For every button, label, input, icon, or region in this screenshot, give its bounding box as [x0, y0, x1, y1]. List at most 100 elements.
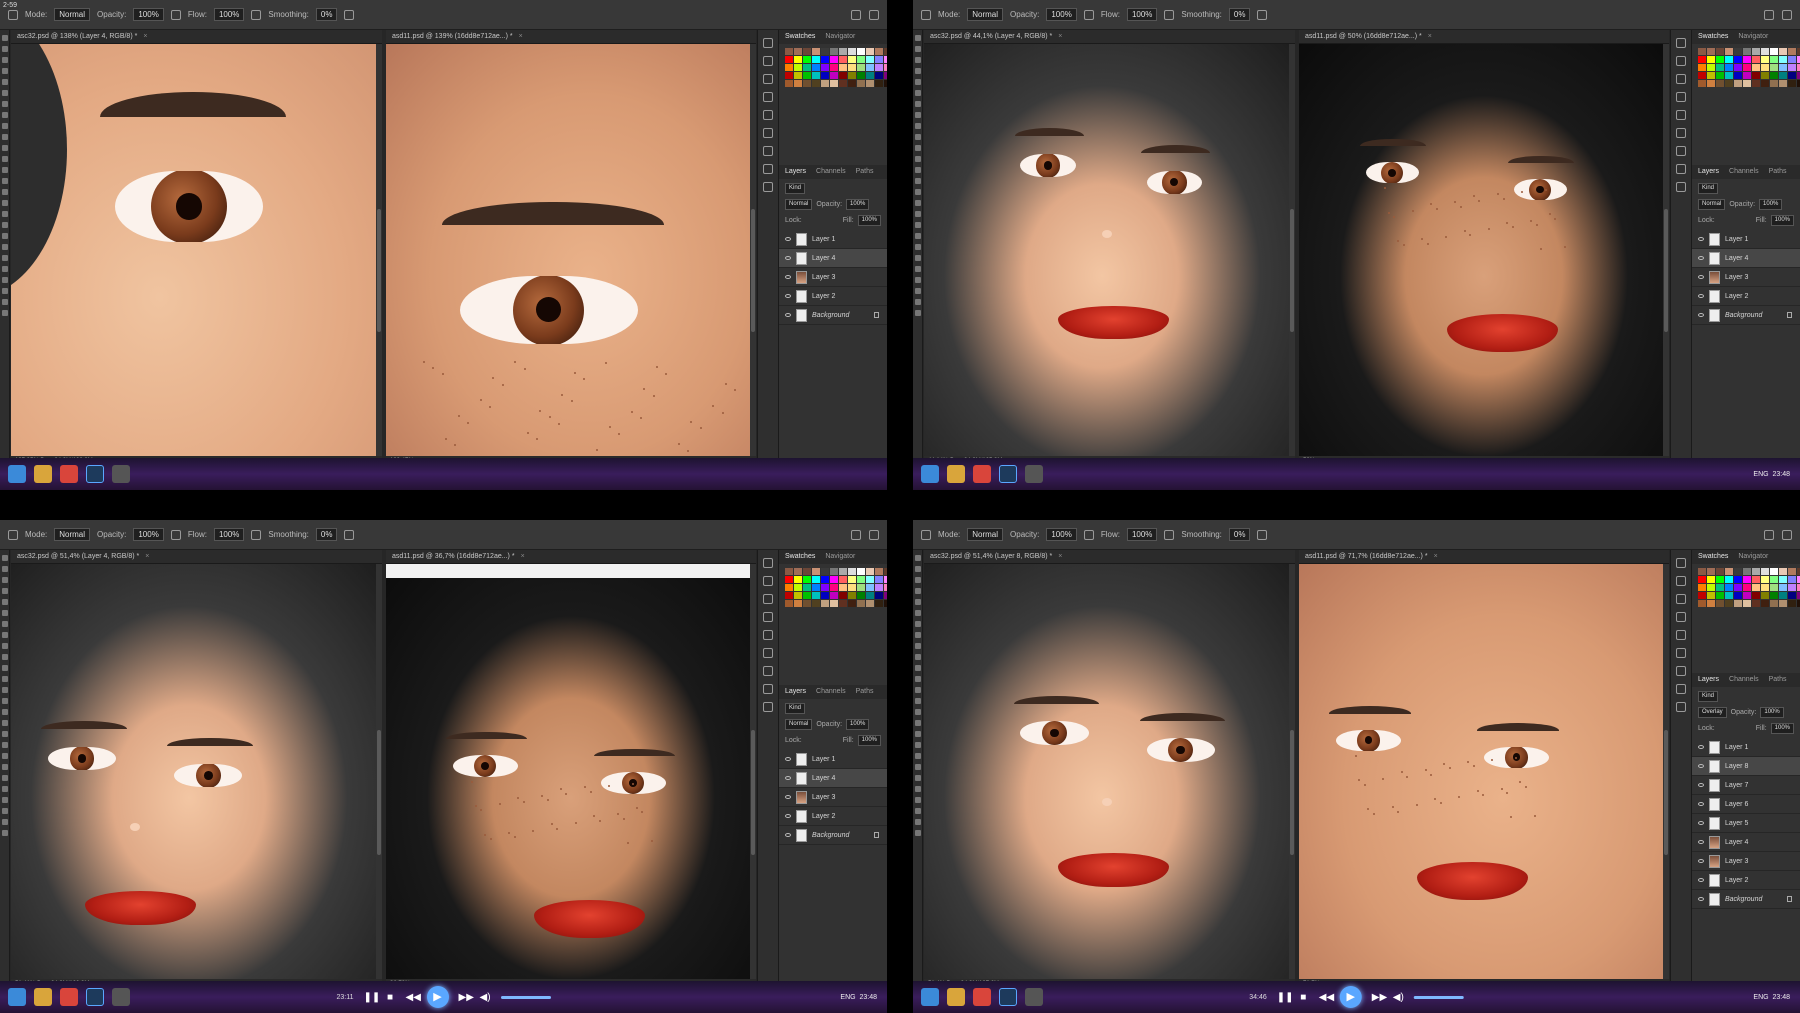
swatch[interactable]: [857, 64, 865, 71]
mode-select[interactable]: Normal: [54, 8, 91, 21]
swatch[interactable]: [1752, 592, 1760, 599]
swatch[interactable]: [794, 72, 802, 79]
swatch[interactable]: [794, 56, 802, 63]
opacity-field[interactable]: 100%: [1046, 528, 1077, 541]
tool-icon[interactable]: [2, 808, 8, 814]
document-tab[interactable]: asc32.psd @ 51,4% (Layer 4, RGB/8) * ×: [11, 550, 382, 564]
swatch[interactable]: [803, 600, 811, 607]
tool-icon[interactable]: [2, 786, 8, 792]
next-icon[interactable]: ▶▶: [1372, 992, 1387, 1003]
swatch[interactable]: [1770, 56, 1778, 63]
tab-swatches[interactable]: Swatches: [1698, 550, 1728, 564]
swatch[interactable]: [875, 600, 883, 607]
swatch[interactable]: [875, 48, 883, 55]
swatch[interactable]: [866, 592, 874, 599]
blend-mode-select[interactable]: Overlay: [1698, 707, 1727, 718]
vertical-scrollbar[interactable]: [376, 564, 382, 979]
browser-icon[interactable]: [973, 988, 991, 1006]
tool-icon[interactable]: [915, 90, 921, 96]
browser-icon[interactable]: [60, 988, 78, 1006]
eye-icon[interactable]: [785, 776, 791, 780]
swatch[interactable]: [884, 568, 887, 575]
swatch[interactable]: [794, 80, 802, 87]
document-tab[interactable]: asc32.psd @ 138% (Layer 4, RGB/8) * ×: [11, 30, 382, 44]
language-indicator[interactable]: ENG: [1753, 994, 1768, 1001]
eye-icon[interactable]: [1698, 237, 1704, 241]
swatch[interactable]: [1743, 568, 1751, 575]
play-icon[interactable]: ▶: [1339, 986, 1362, 1008]
swatch[interactable]: [1788, 576, 1796, 583]
start-icon[interactable]: [8, 988, 26, 1006]
swatch[interactable]: [1707, 80, 1715, 87]
swatch[interactable]: [884, 56, 887, 63]
swatch[interactable]: [839, 48, 847, 55]
swatch[interactable]: [1716, 568, 1724, 575]
swatch[interactable]: [848, 56, 856, 63]
swatch[interactable]: [884, 80, 887, 87]
swatch[interactable]: [821, 72, 829, 79]
tool-icon[interactable]: [2, 266, 8, 272]
eye-icon[interactable]: [1698, 275, 1704, 279]
tool-icon[interactable]: [915, 632, 921, 638]
tool-icon[interactable]: [915, 577, 921, 583]
app-icon[interactable]: [112, 465, 130, 483]
prev-icon[interactable]: ◀◀: [406, 992, 421, 1003]
swatch[interactable]: [830, 64, 838, 71]
airbrush-icon[interactable]: [1164, 9, 1175, 20]
swatch[interactable]: [848, 568, 856, 575]
panel-icon[interactable]: [1676, 576, 1686, 586]
swatch[interactable]: [1707, 576, 1715, 583]
swatch[interactable]: [875, 592, 883, 599]
photoshop-icon[interactable]: [86, 988, 104, 1006]
swatch[interactable]: [884, 576, 887, 583]
swatch[interactable]: [1779, 584, 1787, 591]
tool-icon[interactable]: [2, 90, 8, 96]
tool-icon[interactable]: [915, 244, 921, 250]
tool-icon[interactable]: [2, 676, 8, 682]
eye-icon[interactable]: [1698, 783, 1704, 787]
swatch[interactable]: [839, 592, 847, 599]
gear-icon[interactable]: [1257, 9, 1268, 20]
swatch[interactable]: [1698, 56, 1706, 63]
canvas[interactable]: [1299, 564, 1669, 989]
swatch[interactable]: [1788, 72, 1796, 79]
fill-field[interactable]: 100%: [857, 735, 881, 746]
panel-icon[interactable]: [763, 612, 773, 622]
swatch[interactable]: [1743, 584, 1751, 591]
tool-icon[interactable]: [2, 610, 8, 616]
eye-icon[interactable]: [785, 275, 791, 279]
swatch[interactable]: [848, 600, 856, 607]
mode-select[interactable]: Normal: [54, 528, 91, 541]
tool-icon[interactable]: [2, 599, 8, 605]
swatch[interactable]: [1752, 72, 1760, 79]
swatch[interactable]: [1698, 600, 1706, 607]
airbrush-icon[interactable]: [1164, 529, 1175, 540]
document-tab[interactable]: asc32.psd @ 51,4% (Layer 8, RGB/8) * ×: [924, 550, 1295, 564]
app-icon[interactable]: [112, 988, 130, 1006]
swatch[interactable]: [848, 80, 856, 87]
swatch[interactable]: [821, 592, 829, 599]
swatch[interactable]: [803, 48, 811, 55]
layer-row[interactable]: Layer 1: [1692, 738, 1800, 757]
layer-row[interactable]: Layer 6: [1692, 795, 1800, 814]
tool-icon[interactable]: [2, 112, 8, 118]
swatch[interactable]: [812, 56, 820, 63]
search-icon[interactable]: [1764, 9, 1774, 20]
layer-row[interactable]: Background: [779, 826, 887, 845]
swatch[interactable]: [857, 56, 865, 63]
tool-icon[interactable]: [915, 720, 921, 726]
swatch[interactable]: [866, 568, 874, 575]
eye-icon[interactable]: [1698, 897, 1704, 901]
eye-icon[interactable]: [1698, 859, 1704, 863]
panel-icon[interactable]: [763, 56, 773, 66]
layer-row[interactable]: Layer 3: [1692, 852, 1800, 871]
eye-icon[interactable]: [1698, 821, 1704, 825]
layer-row[interactable]: Layer 2: [779, 807, 887, 826]
panel-icon[interactable]: [763, 110, 773, 120]
panel-icon[interactable]: [1676, 92, 1686, 102]
photoshop-icon[interactable]: [86, 465, 104, 483]
start-icon[interactable]: [921, 465, 939, 483]
swatch[interactable]: [875, 56, 883, 63]
swatch[interactable]: [785, 584, 793, 591]
swatch[interactable]: [794, 576, 802, 583]
